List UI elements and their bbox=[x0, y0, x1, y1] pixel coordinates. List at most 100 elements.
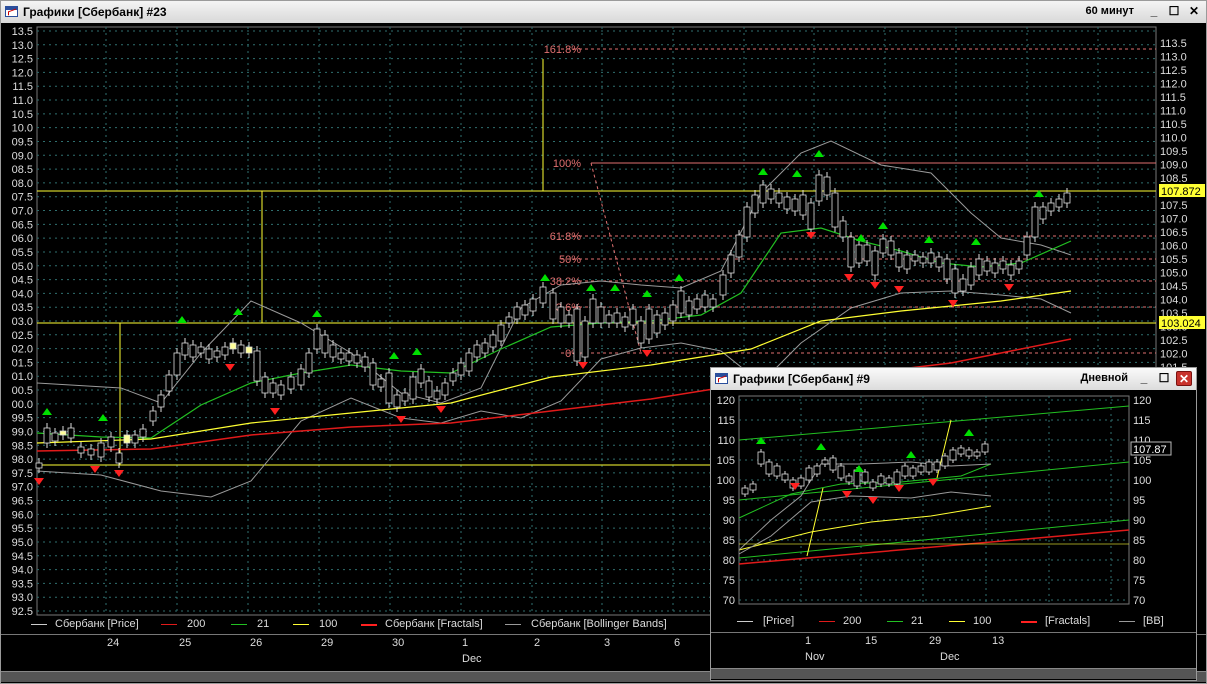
right-axis-tick: 102.5 bbox=[1160, 335, 1188, 347]
popup-left-tick: 95 bbox=[723, 495, 735, 507]
popup-price-candle bbox=[765, 461, 773, 475]
price-candle bbox=[393, 394, 401, 408]
left-axis-tick: 95.0 bbox=[12, 537, 33, 549]
right-axis-tick: 108.5 bbox=[1160, 173, 1188, 185]
right-axis-tick: 107.5 bbox=[1160, 200, 1188, 212]
fib-level-label: 161.8% bbox=[544, 44, 582, 56]
price-candle bbox=[879, 238, 887, 254]
popup-legend-item-200: 200 bbox=[843, 615, 862, 627]
popup-price-candle bbox=[877, 475, 885, 485]
price-candle bbox=[277, 384, 285, 396]
right-axis-tick: 109.5 bbox=[1160, 146, 1188, 158]
left-axis-tick: 04.5 bbox=[12, 275, 33, 287]
right-axis-tick: 107.0 bbox=[1160, 214, 1188, 226]
popup-legend-swatch-price bbox=[737, 621, 753, 622]
price-candle bbox=[433, 390, 441, 400]
maximize-icon[interactable]: ☐ bbox=[1166, 4, 1182, 19]
popup-price-candle bbox=[797, 477, 805, 487]
price-candle bbox=[245, 346, 253, 354]
price-candle bbox=[305, 352, 313, 374]
popup-price-candle bbox=[893, 471, 901, 485]
price-candle bbox=[149, 410, 157, 422]
price-candle bbox=[919, 256, 927, 264]
price-candle bbox=[1031, 206, 1039, 238]
popup-legend: [Price] 200 21 100 [Fractals] [BB] bbox=[737, 615, 1192, 629]
popup-price-candle bbox=[837, 465, 845, 479]
price-candle bbox=[927, 252, 935, 264]
popup-price-candle bbox=[805, 467, 813, 481]
price-candle bbox=[637, 320, 645, 344]
price-candle bbox=[887, 240, 895, 256]
price-candle bbox=[465, 352, 473, 372]
popup-legend-swatch-21 bbox=[887, 621, 903, 622]
popup-left-tick: 85 bbox=[723, 535, 735, 547]
popup-right-tick: 70 bbox=[1133, 595, 1145, 607]
time-label-6: 6 bbox=[674, 637, 681, 649]
fib-level-label: 100% bbox=[553, 158, 581, 170]
right-axis-tick: 105.0 bbox=[1160, 268, 1188, 280]
popup-left-tick: 105 bbox=[717, 455, 735, 467]
price-candle bbox=[139, 428, 147, 438]
right-axis-tick: 106.5 bbox=[1160, 227, 1188, 239]
popup-time-label-15: 15 bbox=[865, 635, 878, 647]
left-axis-tick: 12.5 bbox=[12, 54, 33, 66]
time-label-30: 30 bbox=[392, 637, 405, 649]
popup-period-label[interactable]: Дневной bbox=[1081, 372, 1129, 384]
popup-price-candle bbox=[965, 449, 973, 457]
price-candle bbox=[181, 342, 189, 356]
price-candle bbox=[1047, 202, 1055, 212]
popup-maximize-icon[interactable]: ☐ bbox=[1156, 371, 1172, 386]
price-candle bbox=[449, 372, 457, 382]
main-title-bar[interactable]: Графики [Сбербанк] #23 60 минут _ ☐ ✕ bbox=[1, 1, 1206, 24]
price-candle bbox=[645, 308, 653, 340]
popup-right-tick: 90 bbox=[1133, 515, 1145, 527]
price-candle bbox=[847, 236, 855, 268]
left-axis-tick: 07.0 bbox=[12, 206, 33, 218]
price-candle bbox=[685, 300, 693, 316]
popup-title-bar[interactable]: Графики [Сбербанк] #9 Дневной _ ☐ ✕ bbox=[711, 368, 1196, 391]
left-axis-tick: 98.0 bbox=[12, 454, 33, 466]
price-candle bbox=[261, 376, 269, 394]
popup-price-candle bbox=[901, 465, 909, 477]
price-candle bbox=[43, 427, 51, 444]
left-axis-tick: 94.5 bbox=[12, 551, 33, 563]
price-candle bbox=[783, 196, 791, 210]
right-axis-tick: 110.0 bbox=[1160, 133, 1187, 145]
popup-app-icon bbox=[715, 373, 728, 384]
popup-price-candle bbox=[821, 459, 829, 465]
left-axis-tick: 10.0 bbox=[12, 123, 33, 135]
left-axis-tick: 05.0 bbox=[12, 261, 33, 273]
popup-time-label-29: 29 bbox=[929, 635, 942, 647]
time-label-2: 2 bbox=[534, 637, 541, 649]
popup-close-icon[interactable]: ✕ bbox=[1176, 371, 1192, 386]
price-candle bbox=[613, 312, 621, 324]
popup-price-candle bbox=[757, 451, 765, 465]
popup-left-tick: 100 bbox=[717, 475, 735, 487]
price-candle bbox=[497, 324, 505, 342]
price-candle bbox=[441, 382, 449, 396]
popup-minimize-icon[interactable]: _ bbox=[1136, 371, 1152, 386]
left-axis-tick: 06.0 bbox=[12, 233, 33, 245]
minimize-icon[interactable]: _ bbox=[1146, 4, 1162, 19]
price-candle bbox=[377, 378, 385, 388]
price-candle bbox=[77, 446, 85, 454]
right-axis-tick: 104.0 bbox=[1160, 295, 1188, 307]
close-icon[interactable]: ✕ bbox=[1186, 4, 1202, 19]
left-axis-tick: 99.0 bbox=[12, 426, 33, 438]
price-candle bbox=[489, 334, 497, 348]
popup-legend-swatch-fractals bbox=[1021, 621, 1037, 623]
price-candle bbox=[369, 362, 377, 386]
price-candle bbox=[871, 250, 879, 276]
left-axis-tick: 10.5 bbox=[12, 109, 33, 121]
popup-price-candle bbox=[917, 465, 925, 473]
right-axis-tick: 110.5 bbox=[1160, 119, 1187, 131]
popup-price-candle bbox=[909, 467, 917, 477]
popup-right-tick: 120 bbox=[1133, 395, 1151, 407]
left-axis-tick: 07.5 bbox=[12, 192, 33, 204]
main-period-label[interactable]: 60 минут bbox=[1086, 5, 1134, 17]
left-axis-tick: 96.5 bbox=[12, 496, 33, 508]
price-candle bbox=[701, 294, 709, 308]
popup-horizontal-scrollbar[interactable] bbox=[711, 668, 1196, 679]
price-candle bbox=[513, 306, 521, 320]
price-candle bbox=[1015, 260, 1023, 270]
